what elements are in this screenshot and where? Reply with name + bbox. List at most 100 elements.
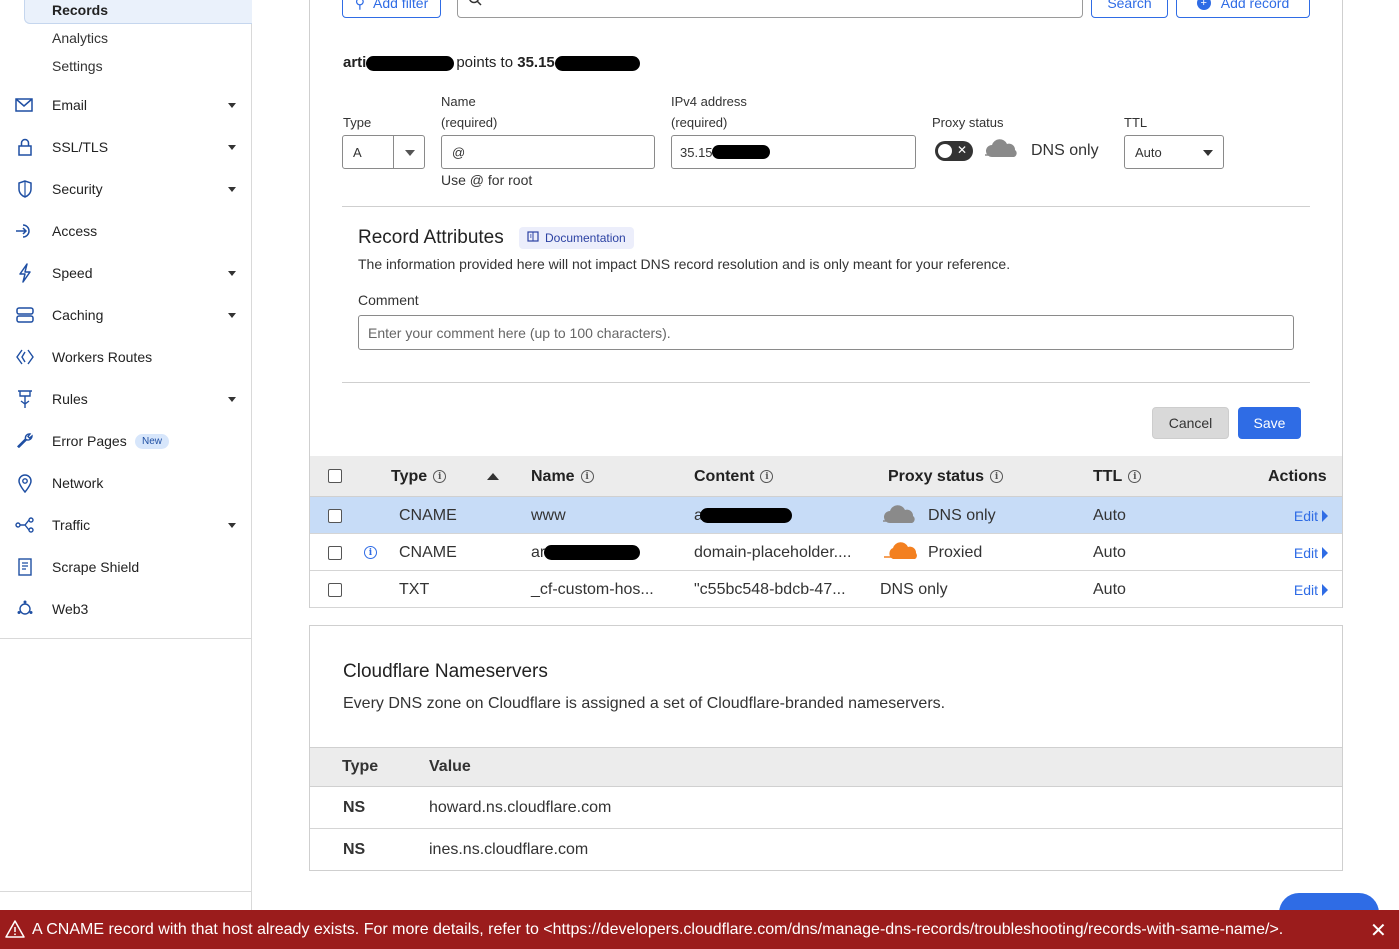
sidebar-item-label: Workers Routes bbox=[52, 349, 153, 365]
table-row[interactable]: i CNAME art domain-placeholder.... Proxi… bbox=[310, 534, 1342, 571]
ttl-select[interactable]: Auto bbox=[1124, 135, 1224, 169]
points-to-label: points to bbox=[456, 54, 514, 71]
column-header-type[interactable]: Type i bbox=[391, 456, 447, 497]
sidebar-item-network[interactable]: Network bbox=[0, 466, 252, 500]
column-header-content[interactable]: Content i bbox=[694, 456, 774, 497]
records-table-header: Type i Name i Content i Proxy status i T… bbox=[310, 456, 1342, 497]
info-icon[interactable]: i bbox=[364, 546, 377, 559]
table-row[interactable]: CNAME www ar DNS only Auto Edit bbox=[310, 497, 1342, 534]
lightning-icon bbox=[15, 263, 35, 283]
info-icon[interactable]: i bbox=[760, 470, 774, 483]
error-message: A CNAME record with that host already ex… bbox=[32, 920, 1284, 938]
table-row[interactable]: TXT _cf-custom-hos... "c55bc548-bdcb-47.… bbox=[310, 571, 1342, 608]
redaction-mark bbox=[543, 545, 640, 560]
close-icon: ✕ bbox=[956, 143, 967, 157]
close-icon[interactable]: ✕ bbox=[1370, 918, 1387, 943]
sidebar-item-label: Error Pages bbox=[52, 433, 127, 449]
comment-input[interactable]: Enter your comment here (up to 100 chara… bbox=[358, 315, 1294, 350]
sidebar-item-scrape-shield[interactable]: Scrape Shield bbox=[0, 550, 252, 584]
column-header-value: Value bbox=[429, 758, 471, 775]
record-ttl: Auto bbox=[1093, 506, 1126, 524]
search-icon bbox=[468, 0, 482, 11]
select-divider bbox=[393, 136, 394, 168]
chevron-right-icon bbox=[1322, 583, 1328, 596]
name-required-label: (required) bbox=[441, 115, 498, 130]
ns-value: ines.ns.cloudflare.com bbox=[429, 840, 589, 858]
warning-icon bbox=[5, 920, 25, 943]
row-checkbox[interactable] bbox=[328, 583, 342, 597]
sidebar-item-caching[interactable]: Caching bbox=[0, 298, 252, 332]
record-type: TXT bbox=[399, 580, 430, 598]
name-label: Name bbox=[441, 94, 476, 109]
chevron-down-icon bbox=[405, 150, 415, 156]
comment-label: Comment bbox=[358, 292, 419, 308]
edit-button[interactable]: Edit bbox=[1294, 534, 1328, 571]
column-header-ttl[interactable]: TTL i bbox=[1093, 456, 1142, 497]
table-row: NS ines.ns.cloudflare.com bbox=[310, 829, 1342, 870]
row-checkbox[interactable] bbox=[328, 546, 342, 560]
sidebar-item-speed[interactable]: Speed bbox=[0, 256, 252, 290]
save-button[interactable]: Save bbox=[1238, 407, 1301, 439]
column-header-label: Content bbox=[694, 467, 755, 485]
proxy-status-toggle[interactable]: ✕ bbox=[935, 141, 973, 161]
add-filter-button[interactable]: ⚲ Add filter bbox=[342, 0, 441, 18]
ipv4-field[interactable]: 35.158 bbox=[671, 135, 916, 169]
info-icon[interactable]: i bbox=[580, 470, 594, 483]
sidebar-subitem-records[interactable]: Records bbox=[52, 2, 108, 18]
sidebar-subitem-settings[interactable]: Settings bbox=[52, 58, 103, 74]
ttl-select-value: Auto bbox=[1135, 144, 1162, 160]
cancel-button[interactable]: Cancel bbox=[1152, 407, 1229, 439]
record-ttl: Auto bbox=[1093, 543, 1126, 561]
select-all-checkbox[interactable] bbox=[328, 469, 342, 483]
name-field[interactable]: @ bbox=[441, 135, 655, 169]
chevron-down-icon bbox=[228, 312, 236, 318]
sort-ascending-icon[interactable] bbox=[487, 473, 499, 480]
edit-button[interactable]: Edit bbox=[1294, 497, 1328, 534]
rules-icon bbox=[15, 389, 35, 409]
documentation-link[interactable]: Documentation bbox=[519, 227, 634, 249]
proxy-status-label: Proxy status bbox=[932, 115, 1004, 130]
search-button[interactable]: Search bbox=[1091, 0, 1168, 18]
cloud-grey-icon bbox=[882, 505, 916, 530]
sidebar-item-web3[interactable]: Web3 bbox=[0, 592, 252, 626]
server-icon bbox=[15, 305, 35, 325]
sidebar-subitem-analytics[interactable]: Analytics bbox=[52, 30, 108, 46]
edit-button[interactable]: Edit bbox=[1294, 571, 1328, 608]
sidebar-item-workers-routes[interactable]: Workers Routes bbox=[0, 340, 252, 374]
sidebar-item-label: SSL/TLS bbox=[52, 139, 109, 155]
sidebar-item-label: Rules bbox=[52, 391, 88, 407]
row-checkbox[interactable] bbox=[328, 509, 342, 523]
type-select[interactable]: A bbox=[342, 135, 425, 169]
redaction-mark bbox=[700, 508, 793, 523]
sidebar-item-error-pages[interactable]: Error Pages New bbox=[0, 424, 252, 458]
type-label: Type bbox=[343, 115, 372, 130]
column-header-proxy-status[interactable]: Proxy status i bbox=[888, 456, 1004, 497]
sidebar-item-security[interactable]: Security bbox=[0, 172, 252, 206]
sidebar-item-traffic[interactable]: Traffic bbox=[0, 508, 252, 542]
sidebar-item-label: Access bbox=[52, 223, 98, 239]
record-summary: arti points to 35.15 bbox=[343, 54, 640, 71]
sidebar-item-access[interactable]: Access bbox=[0, 214, 252, 248]
column-header-name[interactable]: Name i bbox=[531, 456, 594, 497]
add-record-button[interactable]: + Add record bbox=[1176, 0, 1310, 18]
record-content: "c55bc548-bdcb-47... bbox=[694, 580, 846, 598]
sidebar-divider bbox=[0, 638, 251, 639]
column-header-type: Type bbox=[342, 758, 379, 775]
lock-icon bbox=[15, 137, 35, 157]
sidebar-item-label: Web3 bbox=[52, 601, 89, 617]
nameservers-description: Every DNS zone on Cloudflare is assigned… bbox=[343, 695, 946, 712]
record-content: ar bbox=[694, 497, 793, 534]
info-icon[interactable]: i bbox=[990, 470, 1004, 483]
sidebar-item-ssl-tls[interactable]: SSL/TLS bbox=[0, 130, 252, 164]
cloud-grey-icon bbox=[984, 139, 1018, 164]
ns-type: NS bbox=[343, 840, 366, 858]
chevron-right-icon bbox=[1322, 509, 1328, 522]
location-pin-icon bbox=[15, 473, 35, 493]
sidebar-item-email[interactable]: Email bbox=[0, 88, 252, 122]
record-proxy-status: DNS only bbox=[928, 506, 996, 524]
info-icon[interactable]: i bbox=[433, 470, 447, 483]
search-input[interactable] bbox=[457, 0, 1083, 18]
record-type: CNAME bbox=[399, 506, 457, 524]
info-icon[interactable]: i bbox=[1128, 470, 1142, 483]
sidebar-item-rules[interactable]: Rules bbox=[0, 382, 252, 416]
